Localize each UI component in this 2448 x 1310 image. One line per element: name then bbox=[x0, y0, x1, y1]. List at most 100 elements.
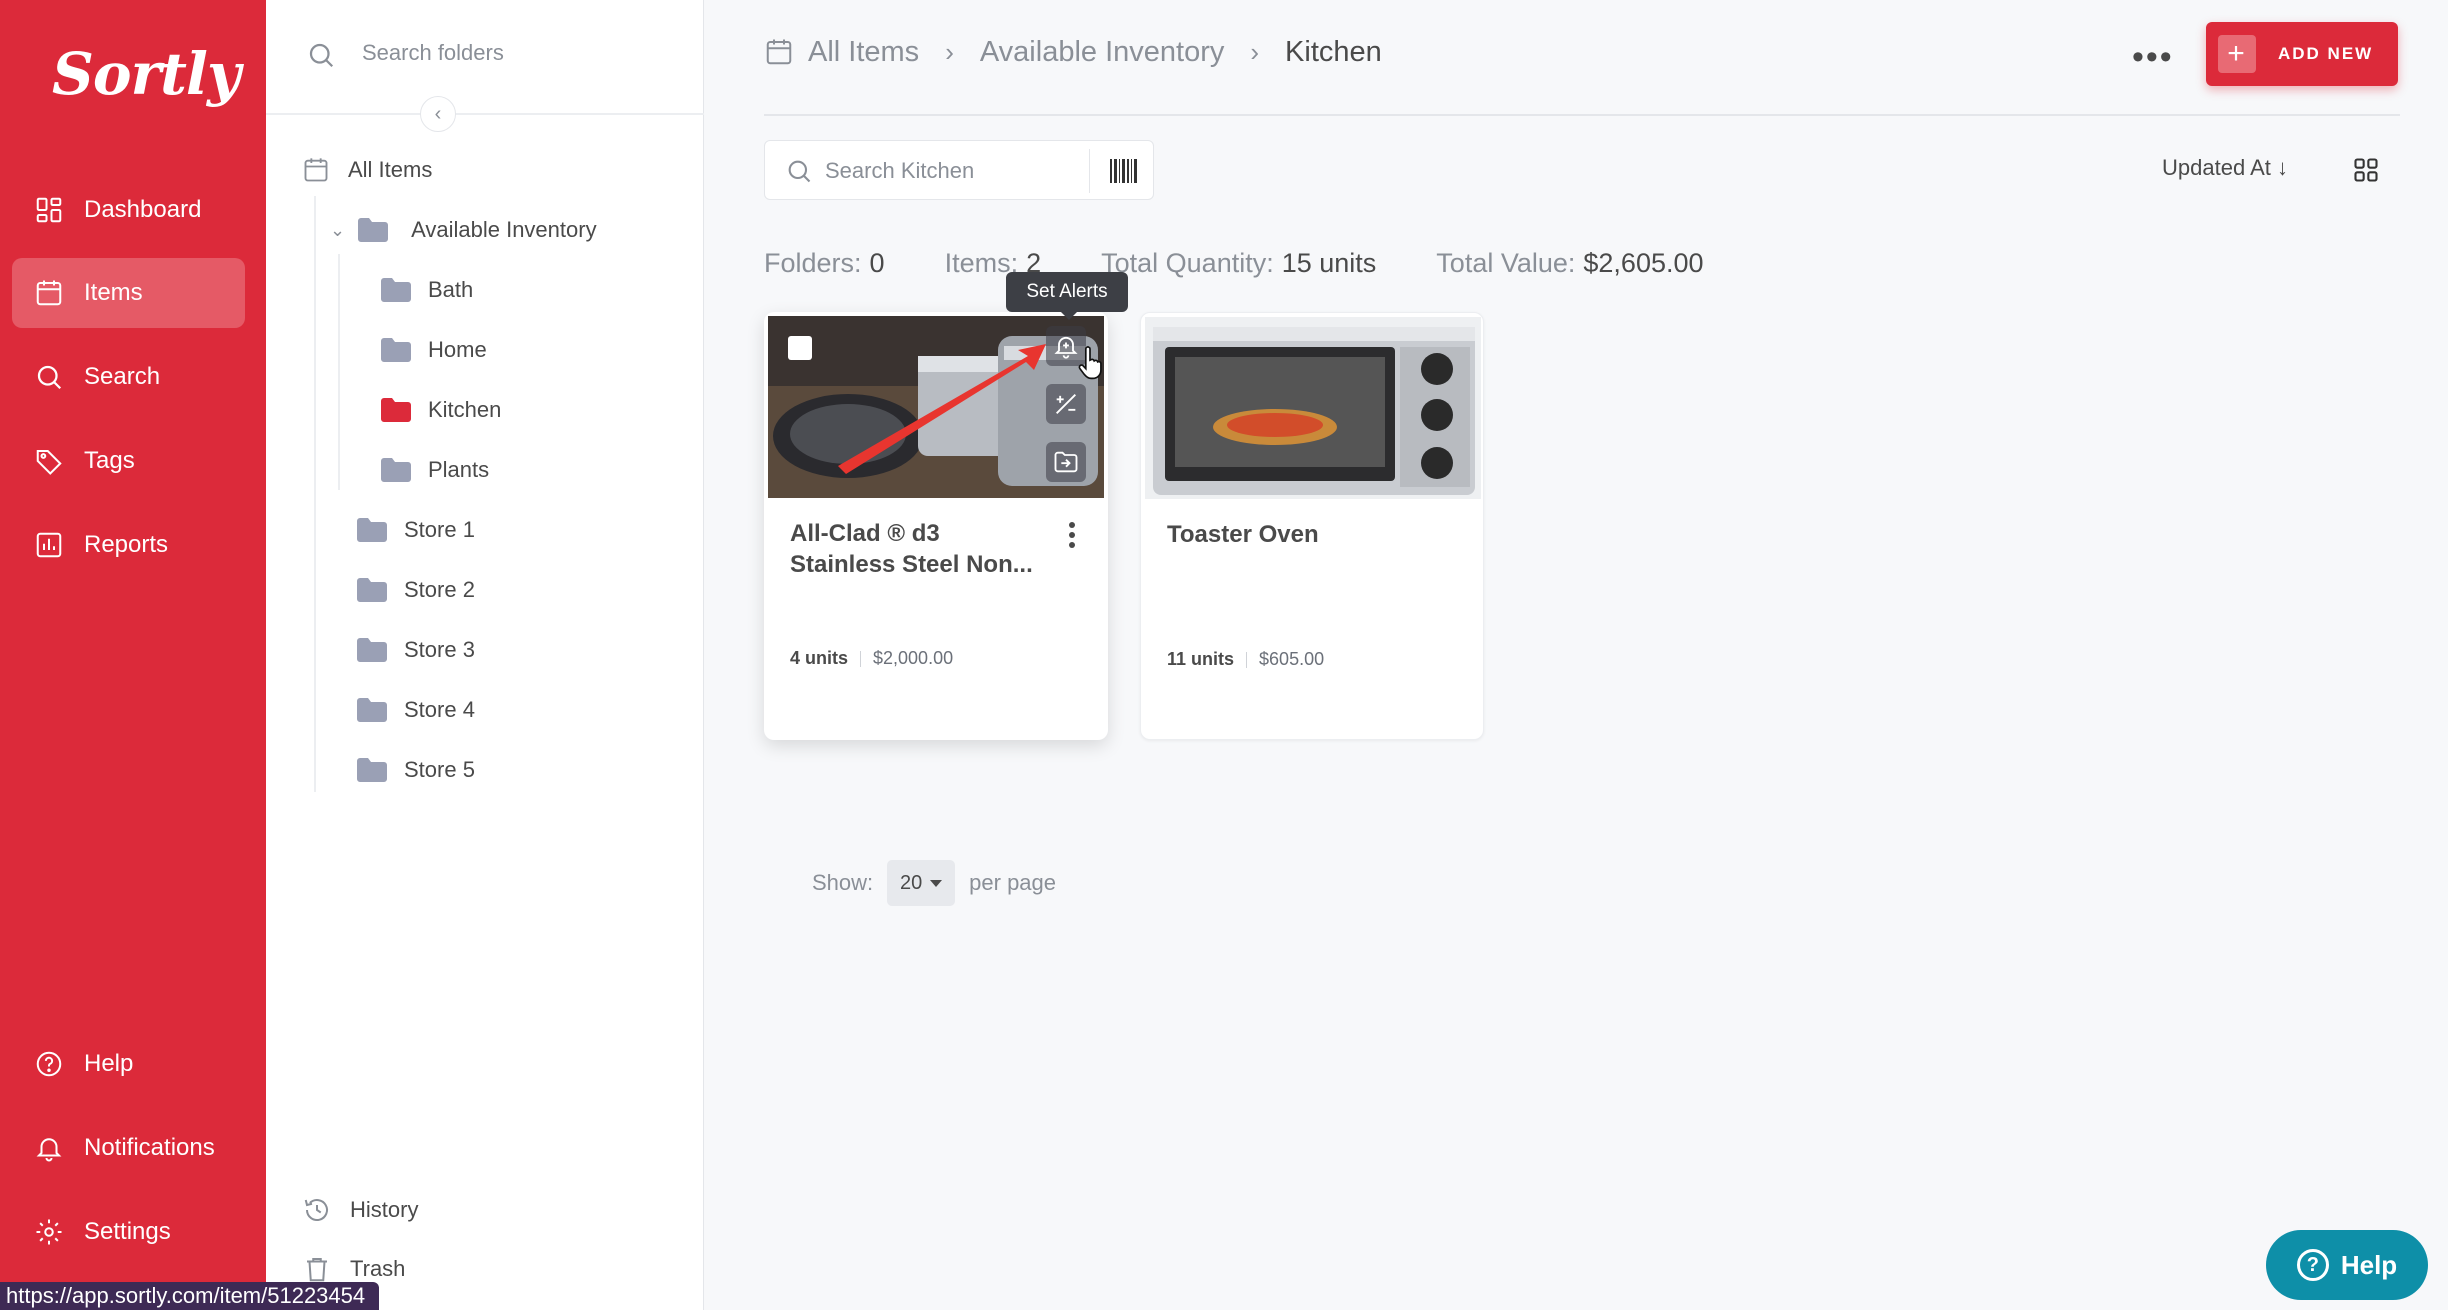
pager-show-label: Show: bbox=[812, 870, 874, 895]
stat-label: Total Quantity: bbox=[1101, 248, 1274, 278]
nav-items[interactable]: Items bbox=[12, 258, 245, 328]
history-icon bbox=[304, 1199, 328, 1222]
grid-view-icon[interactable] bbox=[2352, 156, 2380, 184]
tree-folder-label: Store 1 bbox=[404, 517, 475, 542]
help-icon bbox=[36, 1051, 62, 1077]
folder-icon bbox=[357, 518, 387, 542]
nav-reports[interactable]: Reports bbox=[12, 510, 245, 580]
main-nav: Sortly Dashboard Items Search Tags Repor… bbox=[0, 0, 266, 1310]
barcode-icon[interactable] bbox=[1109, 157, 1139, 185]
trash-icon bbox=[307, 1258, 327, 1282]
nav-notifications[interactable]: Notifications bbox=[12, 1113, 245, 1183]
folder-search-input[interactable]: Search folders bbox=[362, 40, 504, 66]
stat-label: Folders: bbox=[764, 248, 862, 278]
item-quantity: 11 units bbox=[1167, 649, 1235, 669]
tree-all-items-label: All Items bbox=[348, 157, 433, 182]
item-photo-toaster-oven[interactable] bbox=[1145, 317, 1481, 499]
tree-folder-label: Store 2 bbox=[404, 577, 475, 602]
breadcrumb-link[interactable]: Available Inventory bbox=[980, 36, 1225, 69]
more-options-button[interactable]: ••• bbox=[2132, 38, 2174, 77]
tree-folder-kitchen[interactable]: Kitchen bbox=[380, 390, 501, 430]
item-title[interactable]: Toaster Oven bbox=[1167, 519, 1427, 550]
caret-down-icon bbox=[930, 879, 943, 887]
folder-icon bbox=[357, 758, 387, 782]
item-search[interactable]: Search Kitchen bbox=[764, 140, 1154, 200]
tree-all-items[interactable]: All Items bbox=[302, 150, 432, 190]
nav-settings[interactable]: Settings bbox=[12, 1197, 245, 1267]
tree-guide bbox=[338, 254, 340, 490]
sort-label: Updated At bbox=[2162, 155, 2271, 180]
breadcrumb-link[interactable]: All Items bbox=[808, 36, 919, 69]
status-bar-url: https://app.sortly.com/item/51223454 bbox=[0, 1282, 380, 1310]
search-icon bbox=[309, 43, 334, 68]
stat-total-quantity: Total Quantity: 15 units bbox=[1101, 248, 1376, 279]
tree-folder-store-5[interactable]: Store 5 bbox=[356, 750, 475, 790]
tree-history[interactable]: History bbox=[302, 1195, 418, 1225]
items-icon bbox=[766, 39, 792, 65]
collapse-panel-button[interactable]: ‹ bbox=[420, 96, 456, 132]
tree-folder-label: Store 3 bbox=[404, 637, 475, 662]
tree-folder-store-3[interactable]: Store 3 bbox=[356, 630, 475, 670]
chevron-right-icon: › bbox=[1250, 36, 1260, 67]
breadcrumb-current: Kitchen bbox=[1285, 35, 1382, 68]
breadcrumb: All Items › Available Inventory › Kitche… bbox=[764, 30, 1382, 74]
items-icon bbox=[36, 280, 62, 306]
sortly-logo[interactable]: Sortly bbox=[52, 40, 241, 108]
item-card[interactable]: Toaster Oven 11 units $605.00 bbox=[1140, 312, 1484, 740]
pagination: Show: 20 per page bbox=[812, 860, 1056, 906]
help-chat-button[interactable]: ? Help bbox=[2266, 1230, 2428, 1300]
tree-guide bbox=[314, 196, 316, 792]
tree-folder-plants[interactable]: Plants bbox=[380, 450, 489, 490]
tree-folder-store-1[interactable]: Store 1 bbox=[356, 510, 475, 550]
nav-items-label: Items bbox=[84, 279, 143, 306]
tree-folder-label: Store 4 bbox=[404, 697, 475, 722]
tree-folder-store-2[interactable]: Store 2 bbox=[356, 570, 475, 610]
tree-folder-bath[interactable]: Bath bbox=[380, 270, 473, 310]
stat-label: Total Value: bbox=[1436, 248, 1576, 278]
tree-folder-store-4[interactable]: Store 4 bbox=[356, 690, 475, 730]
item-quantity: 4 units bbox=[790, 648, 849, 668]
folder-icon bbox=[381, 278, 411, 302]
update-quantity-button[interactable] bbox=[1046, 384, 1086, 424]
tree-available-inventory[interactable]: ⌄ Available Inventory bbox=[330, 210, 597, 250]
move-item-button[interactable] bbox=[1046, 442, 1086, 482]
per-page-select[interactable]: 20 bbox=[887, 860, 956, 906]
chevron-right-icon: › bbox=[945, 36, 954, 67]
sort-dropdown[interactable]: Updated At ↓ bbox=[2162, 155, 2288, 181]
nav-settings-label: Settings bbox=[84, 1218, 171, 1245]
item-price: $2,000.00 bbox=[873, 648, 954, 668]
item-menu-icon[interactable] bbox=[1066, 520, 1078, 550]
item-meta: 11 units $605.00 bbox=[1167, 649, 1324, 670]
nav-dashboard[interactable]: Dashboard bbox=[12, 175, 245, 245]
arrow-down-icon: ↓ bbox=[2270, 155, 2288, 180]
folder-search[interactable]: Search folders bbox=[266, 0, 704, 115]
pager-per-page-label: per page bbox=[969, 870, 1057, 895]
stat-folders: Folders: 0 bbox=[764, 248, 885, 279]
nav-help[interactable]: Help bbox=[12, 1029, 245, 1099]
add-new-button[interactable]: + ADD NEW bbox=[2206, 22, 2398, 86]
nav-help-label: Help bbox=[84, 1050, 134, 1077]
tree-available-inventory-label: Available Inventory bbox=[411, 217, 597, 242]
bell-icon bbox=[36, 1138, 62, 1162]
tree-trash[interactable]: Trash bbox=[302, 1254, 405, 1284]
nav-dashboard-label: Dashboard bbox=[84, 196, 202, 223]
tree-folder-label: Home bbox=[428, 337, 487, 362]
nav-search[interactable]: Search bbox=[12, 342, 245, 412]
item-card[interactable]: All-Clad ® d3 Stainless Steel Non... 4 u… bbox=[764, 312, 1108, 740]
meta-divider bbox=[860, 650, 862, 667]
nav-search-label: Search bbox=[84, 363, 161, 390]
reports-icon bbox=[36, 532, 62, 558]
folder-icon bbox=[357, 578, 387, 602]
chevron-down-icon[interactable]: ⌄ bbox=[330, 220, 345, 241]
item-select-checkbox[interactable] bbox=[788, 336, 812, 360]
folder-icon bbox=[381, 458, 411, 482]
nav-tags[interactable]: Tags bbox=[12, 426, 245, 496]
stat-value: 0 bbox=[869, 248, 885, 278]
plus-icon: + bbox=[2218, 35, 2256, 73]
tags-icon bbox=[36, 450, 62, 475]
search-icon bbox=[788, 160, 811, 183]
search-icon bbox=[37, 365, 62, 390]
tree-folder-home[interactable]: Home bbox=[380, 330, 487, 370]
item-search-input[interactable]: Search Kitchen bbox=[825, 158, 974, 184]
item-title[interactable]: All-Clad ® d3 Stainless Steel Non... bbox=[790, 518, 1050, 580]
